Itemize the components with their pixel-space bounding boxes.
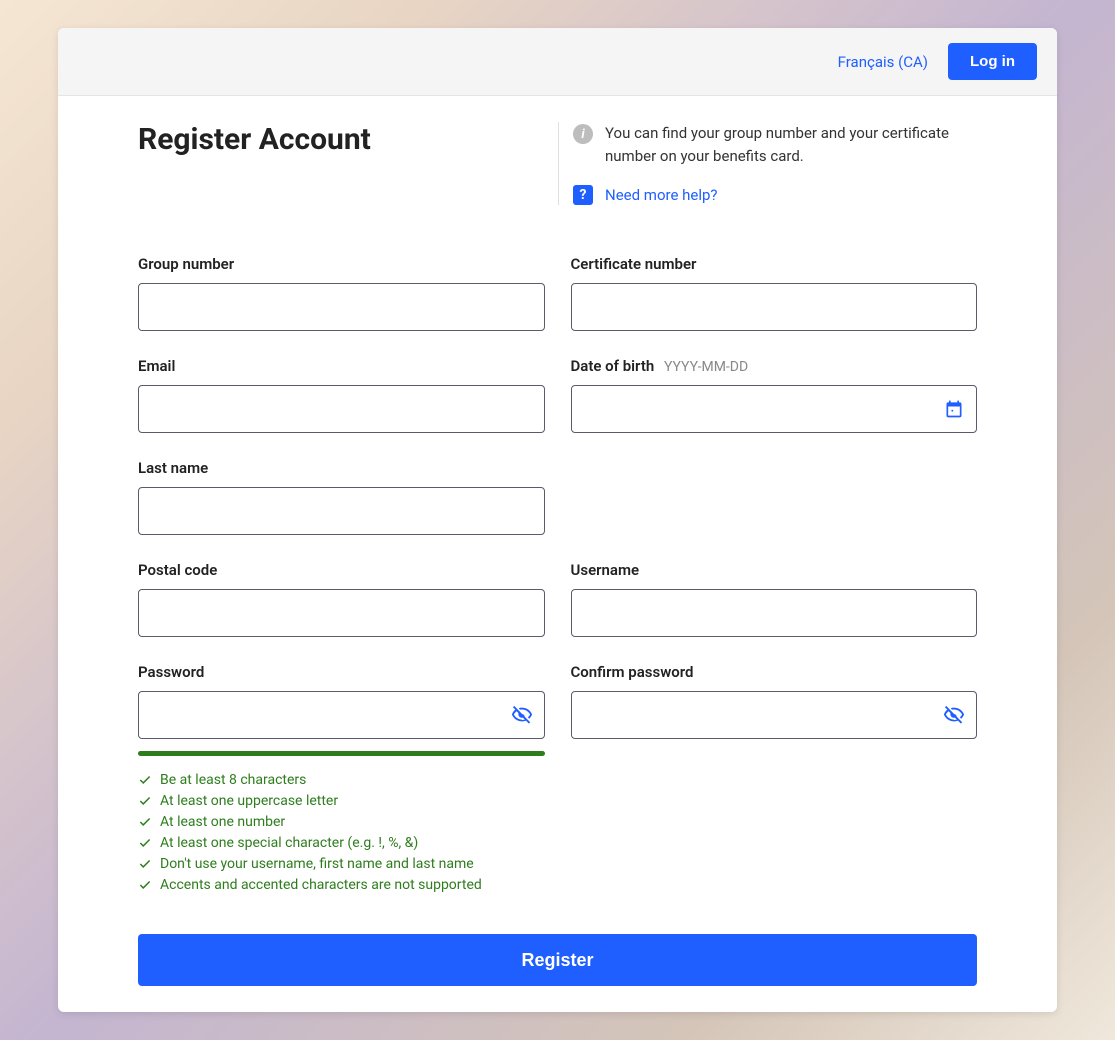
- password-field: Password: [138, 663, 545, 756]
- password-rule: Don't use your username, first name and …: [138, 856, 977, 872]
- rule-text: Be at least 8 characters: [160, 772, 306, 788]
- last-name-label: Last name: [138, 459, 545, 477]
- confirm-password-label: Confirm password: [571, 663, 978, 681]
- check-icon: [138, 857, 152, 871]
- info-text: You can find your group number and your …: [605, 122, 977, 167]
- form-grid: Group number Certificate number Email: [138, 255, 977, 986]
- username-label: Username: [571, 561, 978, 579]
- password-rule: At least one number: [138, 814, 977, 830]
- calendar-icon[interactable]: [943, 398, 965, 420]
- postal-code-label: Postal code: [138, 561, 545, 579]
- language-link[interactable]: Français (CA): [838, 53, 928, 71]
- password-rule: Be at least 8 characters: [138, 772, 977, 788]
- email-label: Email: [138, 357, 545, 375]
- check-icon: [138, 878, 152, 892]
- empty-cell: [571, 459, 978, 535]
- content: Register Account i You can find your gro…: [58, 96, 1057, 1012]
- last-name-field: Last name: [138, 459, 545, 535]
- header-left: Register Account: [138, 122, 558, 205]
- info-icon: i: [573, 124, 593, 144]
- rule-text: At least one number: [160, 814, 285, 830]
- certificate-number-input[interactable]: [571, 283, 978, 331]
- dob-hint: YYYY-MM-DD: [664, 359, 748, 375]
- info-row: i You can find your group number and you…: [573, 122, 977, 167]
- check-icon: [138, 815, 152, 829]
- check-icon: [138, 836, 152, 850]
- postal-code-field: Postal code: [138, 561, 545, 637]
- help-row: ? Need more help?: [573, 185, 977, 205]
- group-number-field: Group number: [138, 255, 545, 331]
- login-button[interactable]: Log in: [948, 43, 1037, 80]
- header-right: i You can find your group number and you…: [558, 122, 977, 205]
- register-button[interactable]: Register: [138, 934, 977, 986]
- page-title: Register Account: [138, 122, 548, 157]
- username-input[interactable]: [571, 589, 978, 637]
- rule-text: Don't use your username, first name and …: [160, 856, 474, 872]
- password-strength-bar: [138, 751, 545, 756]
- email-input[interactable]: [138, 385, 545, 433]
- check-icon: [138, 773, 152, 787]
- confirm-password-field: Confirm password: [571, 663, 978, 756]
- last-name-input[interactable]: [138, 487, 545, 535]
- visibility-off-icon[interactable]: [943, 704, 965, 726]
- register-card: Français (CA) Log in Register Account i …: [58, 28, 1057, 1012]
- certificate-number-field: Certificate number: [571, 255, 978, 331]
- password-rule: Accents and accented characters are not …: [138, 877, 977, 893]
- group-number-label: Group number: [138, 255, 545, 273]
- topbar: Français (CA) Log in: [58, 28, 1057, 96]
- password-rule: At least one special character (e.g. !, …: [138, 835, 977, 851]
- visibility-off-icon[interactable]: [511, 704, 533, 726]
- check-icon: [138, 794, 152, 808]
- dob-field: Date of birth YYYY-MM-DD: [571, 357, 978, 433]
- email-field: Email: [138, 357, 545, 433]
- dob-input[interactable]: [571, 385, 978, 433]
- password-input[interactable]: [138, 691, 545, 739]
- postal-code-input[interactable]: [138, 589, 545, 637]
- help-link[interactable]: Need more help?: [605, 186, 718, 204]
- dob-label: Date of birth YYYY-MM-DD: [571, 357, 978, 375]
- dob-label-text: Date of birth: [571, 357, 655, 375]
- confirm-password-input[interactable]: [571, 691, 978, 739]
- password-rules: Be at least 8 characters At least one up…: [138, 772, 977, 898]
- username-field: Username: [571, 561, 978, 637]
- password-label: Password: [138, 663, 545, 681]
- certificate-number-label: Certificate number: [571, 255, 978, 273]
- rule-text: At least one uppercase letter: [160, 793, 338, 809]
- header-row: Register Account i You can find your gro…: [138, 122, 977, 205]
- rule-text: Accents and accented characters are not …: [160, 877, 482, 893]
- password-rule: At least one uppercase letter: [138, 793, 977, 809]
- rule-text: At least one special character (e.g. !, …: [160, 835, 418, 851]
- group-number-input[interactable]: [138, 283, 545, 331]
- question-icon: ?: [573, 185, 593, 205]
